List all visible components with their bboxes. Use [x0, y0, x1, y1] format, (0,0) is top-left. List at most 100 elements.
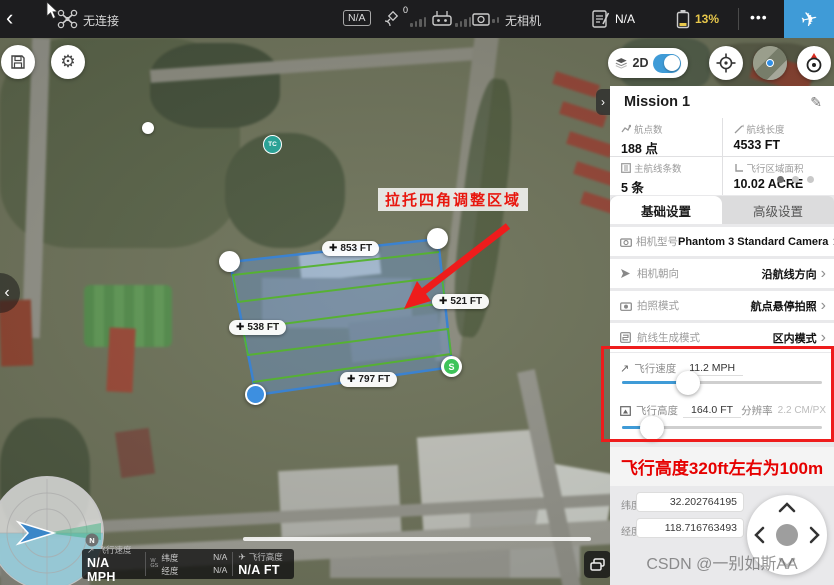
area-ruler-icon: [734, 163, 744, 173]
stat-route-length: 航线长度 4533 FT: [723, 118, 834, 156]
datum-label: WGS: [150, 559, 158, 570]
resize-cross-icon: ✚: [347, 374, 355, 385]
tab-basic-settings[interactable]: 基础设置: [610, 196, 722, 224]
chevron-right-icon: ›: [821, 299, 826, 313]
dpad-left-chevron[interactable]: [756, 528, 763, 542]
resolution-label: 分辨率: [741, 403, 773, 418]
waypoint-icon: [621, 124, 631, 134]
telemetry-bar: ↗飞行速度 N/A MPH WGS 纬度N/A 经度N/A ✈飞行高度 N/A …: [82, 549, 294, 579]
mission-header: Mission 1 ✎: [610, 86, 834, 118]
stat-main-lines: 主航线条数 5 条: [610, 157, 722, 195]
corner-handle-top-left[interactable]: [219, 251, 240, 272]
minimap-location-dot: [766, 59, 774, 67]
gear-icon: ⚙: [60, 52, 75, 72]
edit-mission-icon[interactable]: ✎: [810, 94, 822, 111]
corner-handle-bottom-left[interactable]: [245, 384, 266, 405]
chevron-right-icon: ›: [601, 95, 605, 109]
back-button[interactable]: ‹: [6, 6, 13, 30]
camera-status: 无相机: [505, 12, 541, 29]
hud-speed-label: 飞行速度: [98, 544, 132, 556]
flight-speed-label: 飞行速度: [634, 361, 676, 376]
collapse-panel-button[interactable]: ›: [596, 89, 610, 115]
speed-icon: ↗: [87, 545, 95, 556]
flight-altitude-slider-thumb[interactable]: [640, 416, 664, 440]
setting-camera-model[interactable]: 相机型号 Phantom 3 Standard Camera ›: [610, 227, 834, 256]
chevron-right-icon: ›: [821, 331, 826, 345]
mode-2d-switch[interactable]: [653, 54, 681, 73]
minimap-button[interactable]: [753, 46, 787, 80]
chevron-right-icon: ›: [821, 267, 826, 281]
locate-icon: [716, 53, 736, 73]
start-point-label: S: [444, 359, 459, 374]
heading-icon: [620, 268, 631, 279]
edge-length-left: ✚538 FT: [229, 320, 286, 335]
latitude-input[interactable]: [636, 492, 744, 512]
flight-speed-slider[interactable]: [622, 381, 822, 384]
stat-waypoints: 航点数 188 点: [610, 118, 722, 156]
corner-handle-top-right[interactable]: [427, 228, 448, 249]
resize-cross-icon: ✚: [439, 296, 447, 307]
airplane-icon: ✈: [798, 5, 820, 33]
flight-parameters: ↗ 飞行速度 11.2 MPH 飞行高度 164.0 FT 分辨率 2.2 CM…: [610, 353, 834, 441]
edge-length-right: ✚521 FT: [432, 294, 489, 309]
setting-route-mode[interactable]: 航线生成模式 区内模式 ›: [610, 323, 834, 352]
overlapping-windows-icon: [590, 558, 605, 571]
save-mission-button[interactable]: [1, 45, 35, 79]
gps-satellite-count: 0: [403, 5, 408, 15]
annotation-label: 拉托四角调整区域: [378, 188, 528, 211]
flight-altitude-value[interactable]: 164.0 FT: [683, 404, 741, 418]
hud-lng-value: N/A: [213, 565, 227, 577]
page-dot-active[interactable]: [777, 176, 784, 183]
locate-me-button[interactable]: [709, 46, 743, 80]
chevron-left-icon: ‹: [4, 284, 9, 302]
altitude-note-banner: 飞行高度320ft左右为100m: [610, 447, 834, 486]
flight-speed-icon: ↗: [620, 362, 629, 375]
more-options-button[interactable]: •••: [750, 9, 768, 25]
route-lines-icon: [621, 163, 631, 173]
dpad-center-button[interactable]: [776, 524, 798, 546]
poi-marker-dot[interactable]: [142, 122, 154, 134]
checklist-icon[interactable]: [592, 9, 610, 28]
dpad-right-chevron[interactable]: [811, 528, 818, 542]
page-dot[interactable]: [792, 176, 799, 183]
screenshot-windows-button[interactable]: [584, 551, 611, 578]
camera-signal-bars: [492, 17, 499, 23]
flight-speed-slider-thumb[interactable]: [676, 371, 700, 395]
rc-signal-bars: [455, 17, 471, 27]
divider: [738, 8, 739, 30]
route-mode-icon: [620, 332, 631, 343]
mission-settings-button[interactable]: ⚙: [51, 45, 85, 79]
status-bar: ‹ 无连接 N/A 0 无相机 N/A 13% ••• ✈: [0, 0, 834, 38]
watermark: CSDN @一别如斯AA: [610, 550, 834, 574]
tab-advanced-settings[interactable]: 高级设置: [722, 196, 834, 224]
compass-reset-button[interactable]: [797, 46, 831, 80]
compass-icon: [803, 52, 825, 74]
flight-mode-badge: N/A: [343, 10, 371, 26]
edge-length-top: ✚853 FT: [322, 241, 379, 256]
ruler-pencil-icon: [734, 124, 744, 134]
dpad-up-chevron[interactable]: [780, 504, 794, 511]
poi-marker-tc[interactable]: TC: [263, 135, 282, 154]
start-point-marker[interactable]: S: [441, 356, 462, 377]
stats-pagination[interactable]: [777, 176, 814, 183]
takeoff-button[interactable]: ✈: [784, 0, 834, 38]
hud-alt-label: 飞行高度: [249, 551, 283, 563]
hud-lng-label: 经度: [161, 565, 178, 577]
mouse-cursor: [46, 1, 59, 20]
map-mode-toggle[interactable]: 2D: [608, 48, 688, 78]
switch-knob: [664, 55, 680, 71]
flight-altitude-slider[interactable]: [622, 426, 822, 429]
mission-panel: › Mission 1 ✎ 航点数 188 点 航线长度 4533 FT 主航线…: [610, 86, 834, 585]
mission-stats: 航点数 188 点 航线长度 4533 FT 主航线条数 5 条 飞行区域面积 …: [610, 118, 834, 195]
resolution-value: 2.2 CM/PX: [778, 405, 826, 416]
connection-status: 无连接: [83, 12, 119, 29]
longitude-input[interactable]: [636, 518, 744, 538]
resize-cross-icon: ✚: [329, 243, 337, 254]
setting-camera-heading[interactable]: 相机朝向 沿航线方向 ›: [610, 259, 834, 288]
home-indicator: [243, 537, 591, 541]
setting-photo-mode[interactable]: 拍照模式 航点悬停拍照 ›: [610, 291, 834, 320]
hud-lat-value: N/A: [213, 552, 227, 564]
edge-length-bottom: ✚797 FT: [340, 372, 397, 387]
page-dot[interactable]: [807, 176, 814, 183]
settings-tabs: 基础设置 高级设置: [610, 196, 834, 224]
